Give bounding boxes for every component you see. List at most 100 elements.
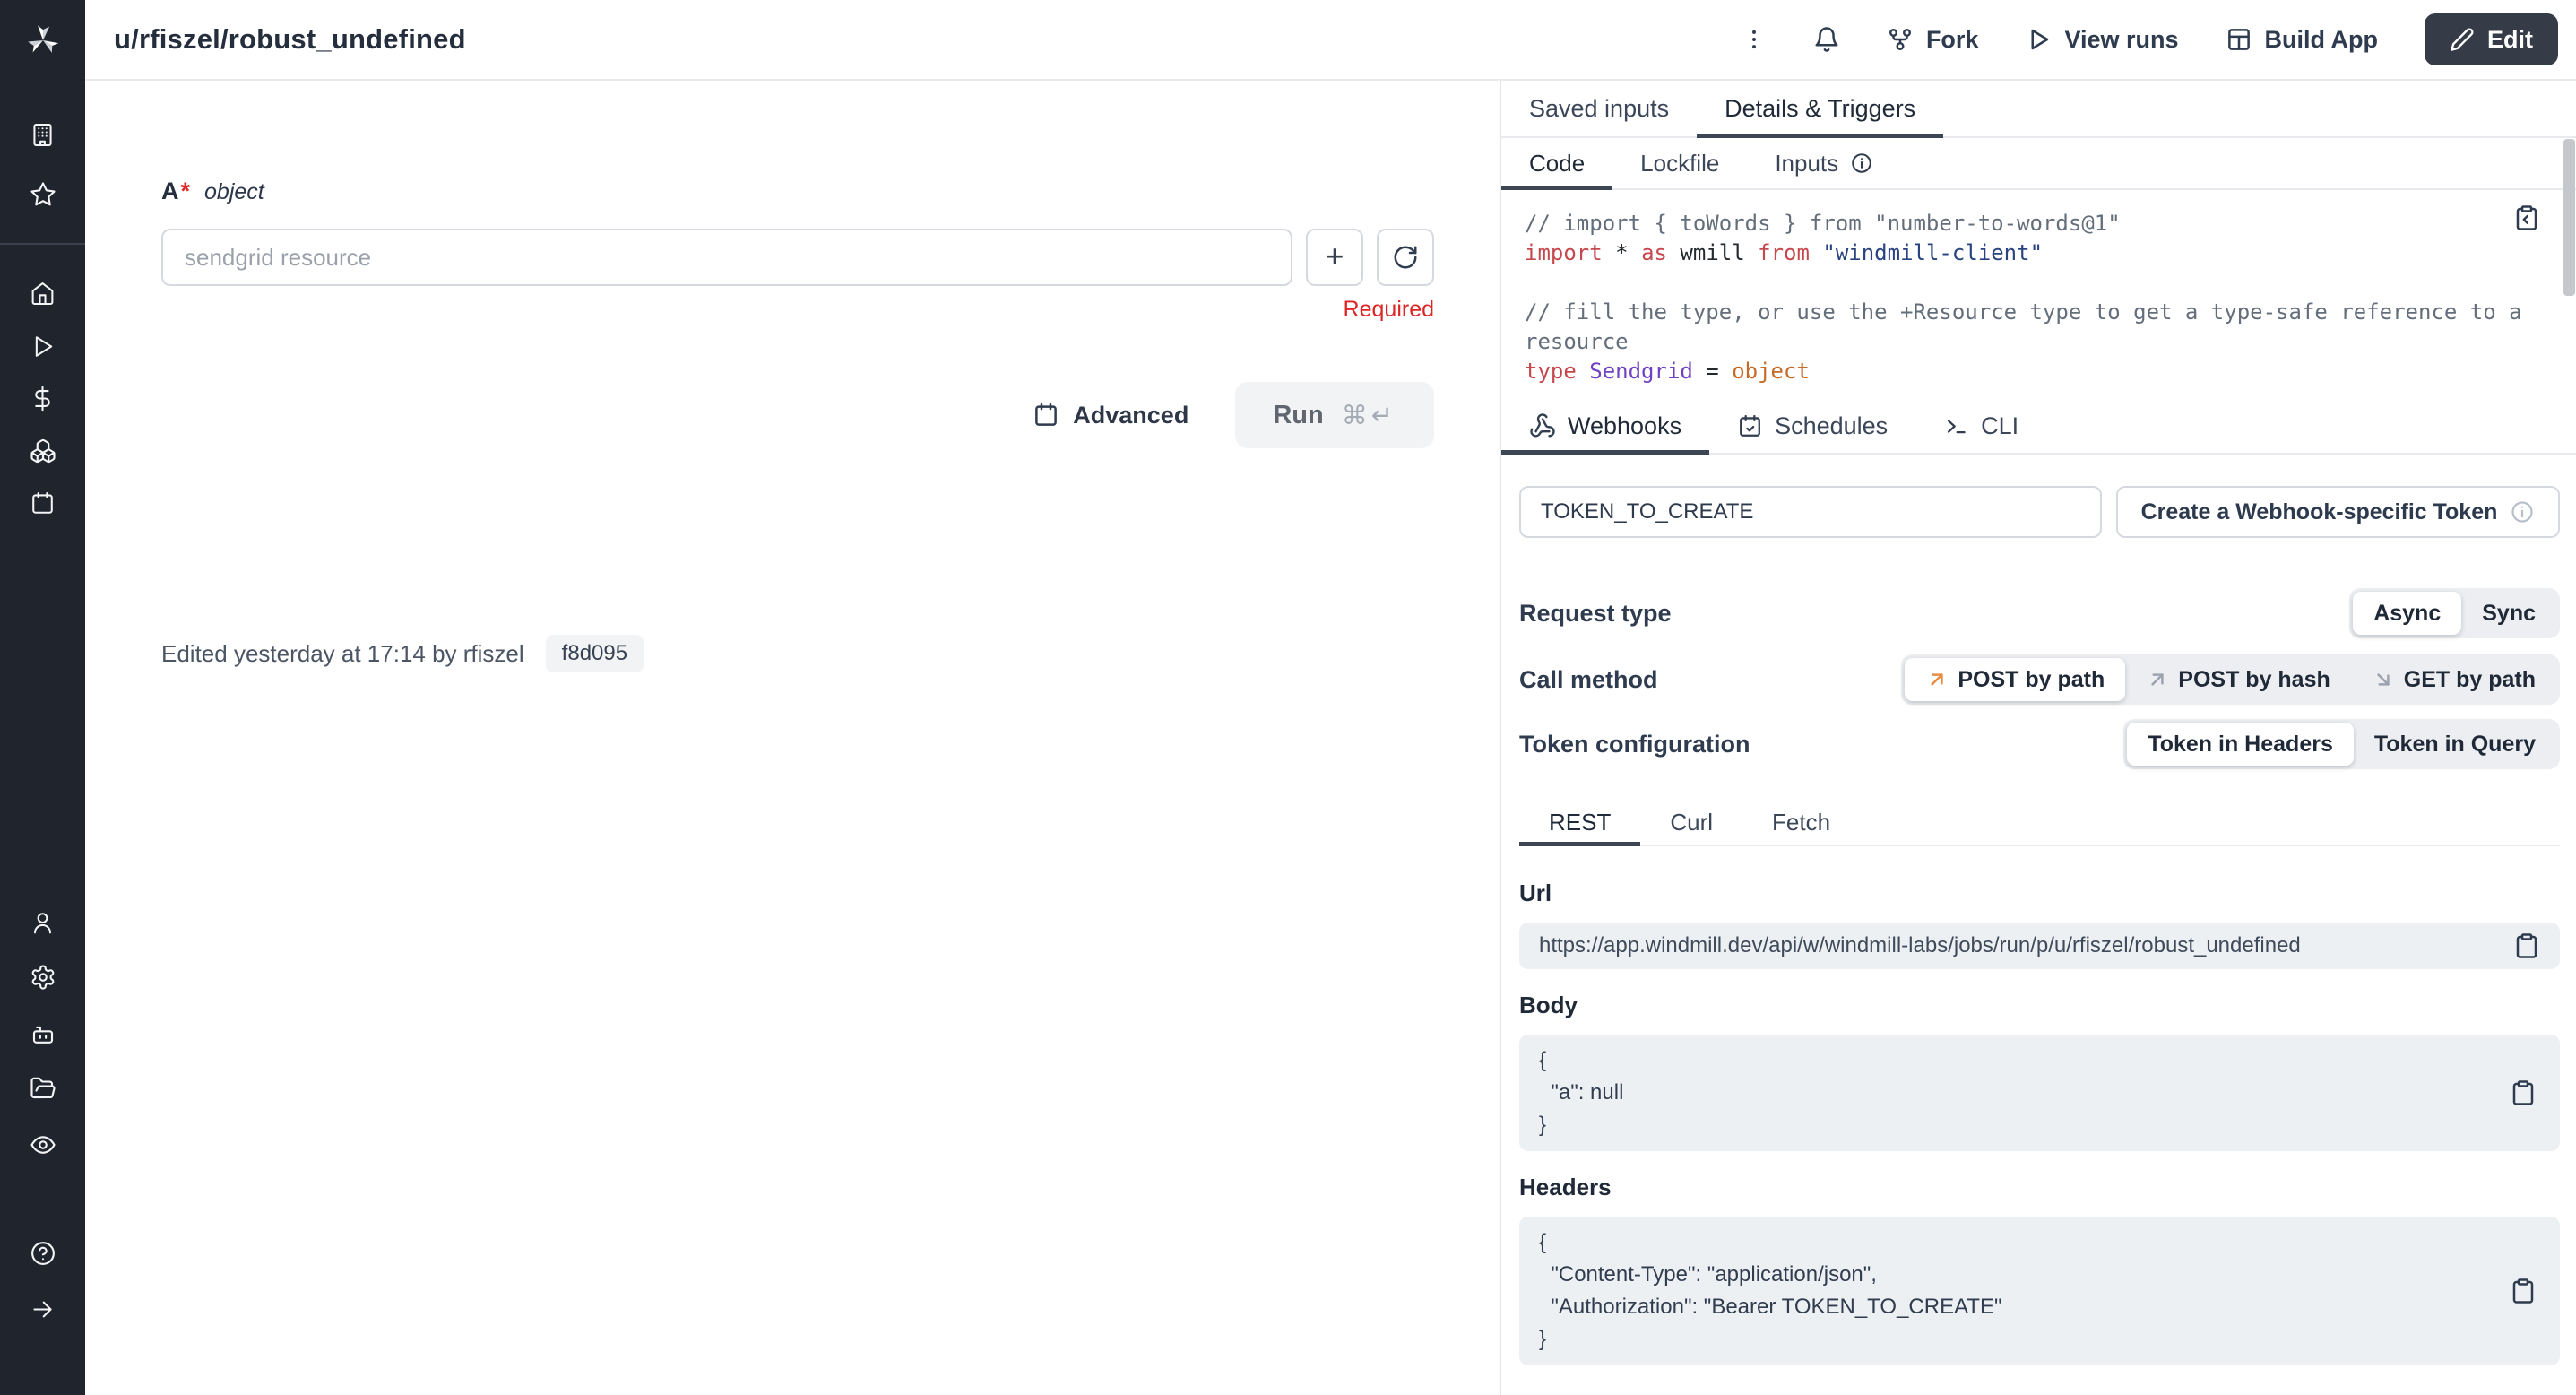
page-header: u/rfiszel/robust_undefined	[85, 0, 2576, 81]
sidebar-help-button[interactable]	[0, 1240, 85, 1267]
notifications-button[interactable]	[1813, 26, 1840, 53]
copy-url-button[interactable]	[2513, 932, 2540, 959]
sidebar-favorites-button[interactable]	[0, 181, 85, 208]
sidebar-users-button[interactable]	[0, 910, 85, 936]
request-type-sync[interactable]: Sync	[2461, 592, 2556, 635]
webhooks-label: Webhooks	[1568, 412, 1681, 440]
sidebar-resources-button[interactable]	[0, 438, 85, 464]
gear-icon	[30, 964, 56, 991]
create-webhook-token-button[interactable]: Create a Webhook-specific Token	[2116, 486, 2560, 538]
sidebar-workers-button[interactable]	[0, 1021, 85, 1048]
edit-button[interactable]: Edit	[2425, 13, 2558, 65]
headers-box: { "Content-Type": "application/json", "A…	[1519, 1217, 2560, 1365]
windmill-logo-icon	[26, 23, 60, 57]
json-line: {	[1539, 1044, 2540, 1077]
post-by-hash-label: POST by hash	[2178, 667, 2330, 693]
json-line: {	[1539, 1226, 2540, 1259]
tab-lockfile[interactable]: Lockfile	[1612, 138, 1747, 188]
code-tabbar: Code Lockfile Inputs	[1501, 138, 2576, 190]
copy-body-button[interactable]	[2510, 1079, 2537, 1106]
arrow-up-right-icon	[2146, 668, 2169, 691]
git-fork-icon	[1887, 26, 1914, 53]
headers-label: Headers	[1519, 1174, 2560, 1201]
sidebar-folders-button[interactable]	[0, 1075, 85, 1102]
call-method-label: Call method	[1519, 666, 1658, 694]
sidebar	[0, 0, 85, 1395]
build-app-button[interactable]: Build App	[2226, 26, 2378, 54]
edit-label: Edit	[2487, 26, 2533, 54]
tab-curl[interactable]: Curl	[1640, 800, 1742, 845]
info-icon	[1850, 152, 1873, 175]
code-line: type Sendgrid = object	[1525, 357, 2553, 386]
panel-tabbar: Saved inputs Details & Triggers	[1501, 81, 2576, 138]
code-line: resource	[1525, 327, 2553, 357]
page-title: u/rfiszel/robust_undefined	[114, 23, 466, 56]
build-app-label: Build App	[2265, 26, 2378, 54]
tab-code[interactable]: Code	[1501, 138, 1612, 188]
argument-label: A * object	[161, 178, 1434, 205]
version-badge[interactable]: f8d095	[546, 635, 644, 672]
advanced-button[interactable]: Advanced	[1033, 402, 1189, 429]
view-runs-button[interactable]: View runs	[2025, 26, 2178, 54]
snippet-tabbar: REST Curl Fetch	[1519, 800, 2560, 846]
sidebar-runs-button[interactable]	[0, 334, 85, 360]
fork-button[interactable]: Fork	[1887, 26, 1979, 54]
calendar-icon	[30, 490, 56, 516]
sidebar-workspace-button[interactable]	[0, 122, 85, 148]
argument-type: object	[204, 179, 264, 205]
tab-schedules[interactable]: Schedules	[1709, 399, 1915, 453]
refresh-icon	[1392, 244, 1419, 271]
tab-webhooks[interactable]: Webhooks	[1501, 399, 1709, 453]
copy-headers-button[interactable]	[2510, 1278, 2537, 1304]
tab-fetch[interactable]: Fetch	[1742, 800, 1860, 845]
token-configuration-label: Token configuration	[1519, 731, 1750, 758]
sidebar-home-button[interactable]	[0, 281, 85, 307]
argument-name: A	[161, 178, 179, 205]
required-hint: Required	[161, 297, 1434, 323]
code-viewer: // import { toWords } from "number-to-wo…	[1501, 190, 2576, 399]
request-type-async[interactable]: Async	[2353, 592, 2461, 635]
refresh-button[interactable]	[1377, 229, 1434, 286]
call-method-get-by-path[interactable]: GET by path	[2351, 658, 2556, 701]
header-actions: Fork View runs Build App	[1742, 13, 2558, 65]
code-line	[1525, 268, 2553, 298]
webhook-icon	[1529, 412, 1556, 439]
arrow-right-icon	[30, 1296, 56, 1322]
call-method-post-by-path[interactable]: POST by path	[1905, 658, 2125, 701]
add-resource-button[interactable]: +	[1306, 229, 1363, 286]
request-type-label: Request type	[1519, 600, 1672, 628]
tab-details-triggers[interactable]: Details & Triggers	[1697, 81, 1943, 136]
clipboard-icon	[2513, 932, 2540, 959]
token-input[interactable]	[1519, 486, 2102, 538]
sidebar-settings-button[interactable]	[0, 964, 85, 991]
sidebar-variables-button[interactable]	[0, 386, 85, 412]
layout-icon	[2226, 26, 2252, 53]
panel-scrollbar[interactable]	[2563, 139, 2575, 296]
copy-code-button[interactable]	[2513, 204, 2540, 234]
token-in-query[interactable]: Token in Query	[2354, 723, 2556, 766]
sidebar-schedules-button[interactable]	[0, 490, 85, 516]
kebab-menu-button[interactable]	[1742, 27, 1767, 52]
sidebar-expand-button[interactable]	[0, 1296, 85, 1322]
details-panel: Saved inputs Details & Triggers Code Loc…	[1500, 81, 2576, 1395]
call-method-post-by-hash[interactable]: POST by hash	[2125, 658, 2350, 701]
json-line: }	[1539, 1323, 2540, 1356]
calendar-icon	[1033, 402, 1059, 429]
tab-saved-inputs[interactable]: Saved inputs	[1501, 81, 1697, 136]
tab-inputs[interactable]: Inputs	[1747, 138, 1901, 188]
windmill-logo[interactable]	[0, 23, 85, 57]
resource-input[interactable]	[161, 229, 1292, 286]
robot-icon	[30, 1021, 56, 1048]
json-line: "Authorization": "Bearer TOKEN_TO_CREATE…	[1539, 1291, 2540, 1323]
code-line: // import { toWords } from "number-to-wo…	[1525, 209, 2553, 238]
cli-label: CLI	[1981, 412, 2018, 440]
required-asterisk: *	[181, 178, 191, 205]
tab-cli[interactable]: CLI	[1915, 399, 2046, 453]
post-by-path-label: POST by path	[1958, 667, 2105, 693]
run-shortcut: ⌘↵	[1342, 400, 1396, 430]
json-line: "Content-Type": "application/json",	[1539, 1259, 2540, 1291]
sidebar-audit-logs-button[interactable]	[0, 1131, 85, 1158]
tab-rest[interactable]: REST	[1519, 800, 1640, 845]
run-button[interactable]: Run ⌘↵	[1235, 382, 1434, 448]
token-in-headers[interactable]: Token in Headers	[2127, 723, 2354, 766]
